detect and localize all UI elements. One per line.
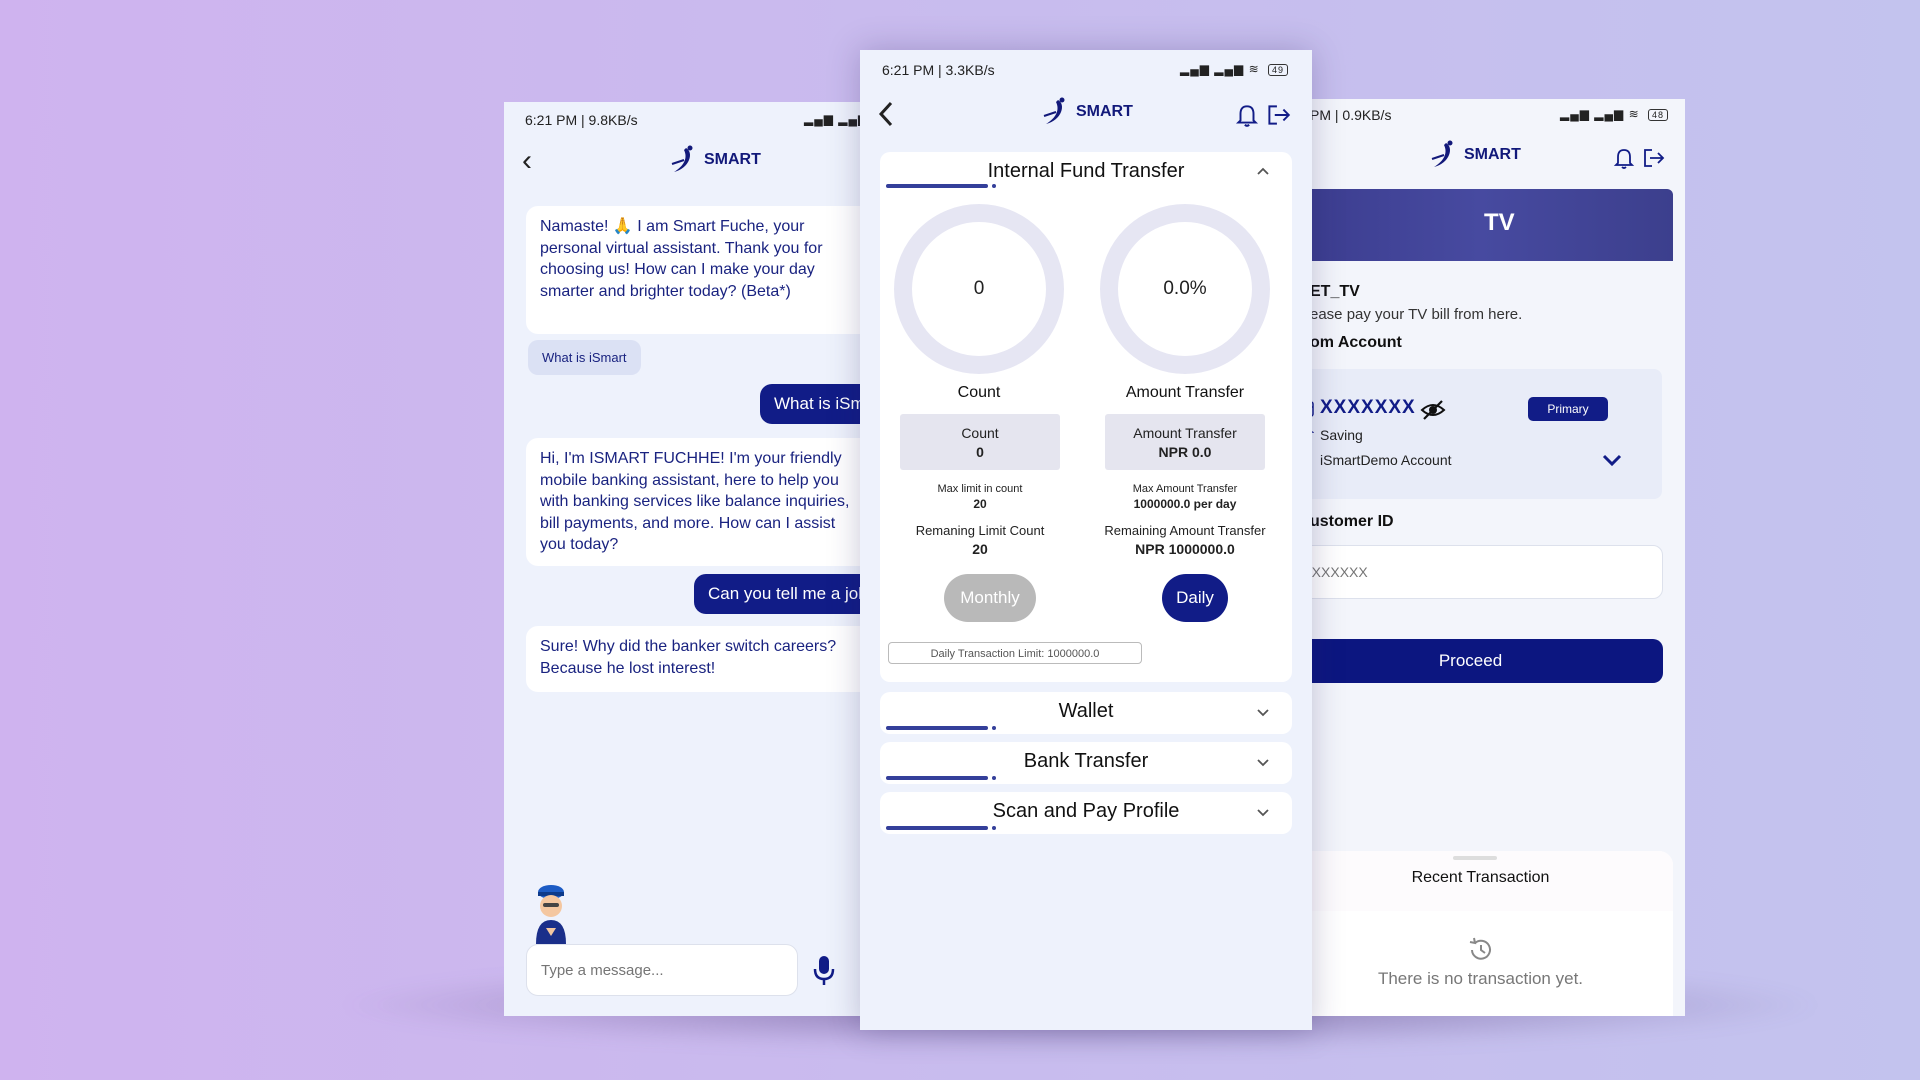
brand-name: SMART — [1076, 103, 1133, 120]
brand-logo: SMART — [668, 144, 761, 176]
count-label: Count — [957, 384, 1001, 401]
chevron-down-icon[interactable] — [1602, 453, 1622, 467]
account-selector[interactable]: XXXXXXX Primary Saving iSmartDemo Accoun… — [1288, 369, 1662, 499]
count-ring: 0 — [894, 204, 1064, 374]
brand-logo: SMART — [1428, 139, 1521, 171]
amount-label: Amount Transfer — [1125, 384, 1245, 401]
tv-bill-screen: PM | 0.9KB/s ▂▄▆ ▂▄▆ ≋ 48 SMART TV ET_TV… — [1288, 99, 1685, 1016]
service-description: ease pay your TV bill from here. — [1310, 306, 1523, 323]
service-name: ET_TV — [1310, 283, 1360, 300]
signal-icon: ▂▄▆ ▂▄▆ ≋ — [1180, 62, 1260, 76]
brand-name: SMART — [1464, 146, 1521, 163]
history-icon — [1469, 937, 1491, 960]
monthly-button[interactable]: Monthly — [944, 574, 1036, 622]
account-name: iSmartDemo Account — [1320, 452, 1452, 468]
bot-message: Sure! Why did the banker switch careers?… — [526, 626, 876, 692]
chevron-down-icon[interactable] — [1256, 808, 1270, 818]
count-value: 0 — [973, 278, 985, 299]
battery-icon: 49 — [1267, 64, 1288, 76]
internal-fund-transfer-card: Internal Fund Transfer 0 0.0% Count Amou… — [880, 152, 1292, 682]
section-underline — [886, 776, 996, 780]
message-input[interactable] — [526, 944, 798, 996]
section-title[interactable]: Internal Fund Transfer — [880, 160, 1292, 183]
signal-icon: ▂▄▆ ▂▄▆ — [804, 112, 869, 126]
fund-transfer-screen: 6:21 PM | 3.3KB/s ▂▄▆ ▂▄▆ ≋ 49 SMART Int… — [860, 50, 1312, 1030]
daily-button[interactable]: Daily — [1162, 574, 1228, 622]
bell-icon[interactable] — [1612, 146, 1636, 170]
empty-state-text: There is no transaction yet. — [1377, 969, 1584, 988]
brand-name: SMART — [704, 151, 761, 168]
suggestion-chip[interactable]: What is iSmart — [528, 340, 641, 375]
section-scan-and-pay[interactable]: Scan and Pay Profile — [880, 792, 1292, 834]
count-box-title: Count — [961, 425, 999, 441]
account-type: Saving — [1320, 427, 1363, 443]
banner-title: TV — [1484, 209, 1515, 236]
max-amount: Max Amount Transfer 1000000.0 per day — [1132, 483, 1238, 511]
amount-box-title: Amount Transfer — [1133, 425, 1237, 441]
service-banner: TV — [1288, 189, 1673, 261]
daily-limit-box: Daily Transaction Limit: 1000000.0 — [888, 642, 1142, 664]
user-message: Can you tell me a joke — [694, 574, 876, 614]
section-title: Wallet — [1058, 700, 1114, 722]
from-account-label: om Account — [1310, 334, 1402, 351]
status-time: PM | 0.9KB/s — [1310, 107, 1392, 123]
count-box: Count 0 — [900, 414, 1060, 470]
count-box-value: 0 — [976, 444, 984, 460]
max-count: Max limit in count 20 — [937, 483, 1023, 511]
chevron-down-icon[interactable] — [1256, 708, 1270, 718]
section-wallet[interactable]: Wallet — [880, 692, 1292, 734]
recent-transaction-title: Recent Transaction — [1411, 869, 1550, 886]
sheet-handle[interactable] — [1453, 856, 1497, 860]
assistant-avatar-icon — [536, 885, 566, 944]
bot-message: Hi, I'm ISMART FUCHHE! I'm your friendly… — [526, 438, 876, 566]
section-title: Bank Transfer — [1023, 750, 1149, 772]
amount-box: Amount Transfer NPR 0.0 — [1105, 414, 1265, 470]
logout-icon[interactable] — [1640, 146, 1666, 170]
primary-badge: Primary — [1528, 397, 1608, 421]
bell-icon[interactable] — [1234, 102, 1260, 128]
section-underline — [886, 826, 996, 830]
proceed-button[interactable]: Proceed — [1288, 639, 1663, 683]
account-number: XXXXXXX — [1320, 397, 1416, 418]
customer-id-input[interactable] — [1288, 545, 1663, 599]
amount-ring: 0.0% — [1100, 204, 1270, 374]
battery-icon: 48 — [1647, 109, 1668, 121]
status-time: 6:21 PM | 9.8KB/s — [525, 112, 638, 128]
user-message: What is iSmart — [760, 384, 876, 424]
section-underline — [886, 184, 996, 188]
section-bank-transfer[interactable]: Bank Transfer — [880, 742, 1292, 784]
customer-id-label: ustomer ID — [1310, 513, 1394, 530]
chevron-down-icon[interactable] — [1256, 758, 1270, 768]
bot-message: Namaste! 🙏 I am Smart Fuche, your person… — [526, 206, 876, 334]
brand-logo: SMART — [1040, 96, 1133, 128]
status-time: 6:21 PM | 3.3KB/s — [882, 62, 995, 78]
smart-logo-icon — [1431, 140, 1453, 167]
recent-transactions-sheet: Recent Transaction There is no transacti… — [1288, 851, 1673, 1016]
back-icon[interactable]: ‹ — [522, 146, 532, 176]
section-underline — [886, 726, 996, 730]
section-title: Scan and Pay Profile — [992, 800, 1180, 822]
chevron-up-icon[interactable] — [1256, 166, 1270, 176]
amount-value: 0.0% — [1163, 278, 1207, 299]
amount-box-value: NPR 0.0 — [1158, 444, 1212, 460]
smart-logo-icon — [1043, 97, 1065, 124]
back-icon[interactable] — [876, 100, 896, 128]
signal-icon: ▂▄▆ ▂▄▆ ≋ — [1560, 107, 1640, 121]
logout-icon[interactable] — [1264, 102, 1292, 128]
smart-logo-icon — [671, 145, 693, 172]
chat-screen: 6:21 PM | 9.8KB/s ▂▄▆ ▂▄▆ ‹ SMART Namast… — [504, 102, 876, 1016]
remaining-count: Remaning Limit Count 20 — [915, 523, 1045, 557]
eye-off-icon[interactable] — [1420, 399, 1446, 421]
microphone-icon[interactable] — [810, 954, 838, 988]
remaining-amount: Remaining Amount Transfer NPR 1000000.0 — [1104, 523, 1266, 557]
